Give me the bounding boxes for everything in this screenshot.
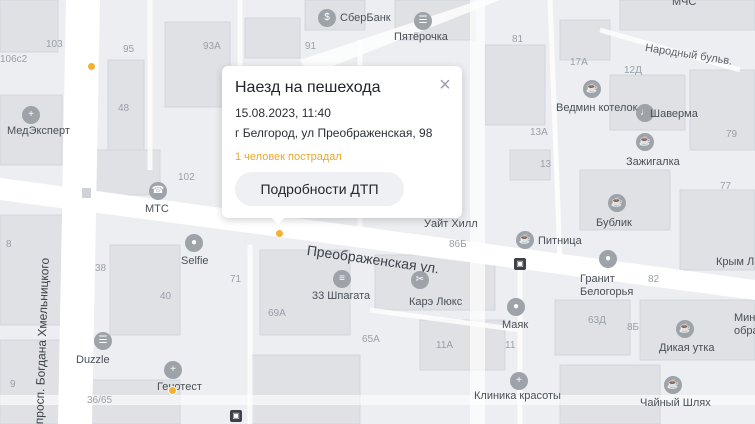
house-number: 65А: [362, 334, 380, 345]
poi-sberbank[interactable]: СберБанк: [340, 13, 391, 24]
house-number: 11А: [436, 340, 454, 351]
poi-granit[interactable]: Гранит Белогорья: [580, 273, 640, 299]
cafe-icon[interactable]: ☕: [583, 80, 601, 98]
accident-marker[interactable]: [87, 62, 96, 71]
shop-icon[interactable]: ●: [507, 298, 525, 316]
cafe-icon[interactable]: ☕: [608, 194, 626, 212]
shop-icon[interactable]: ●: [599, 250, 617, 268]
fitness-icon[interactable]: ≡: [333, 270, 351, 288]
poi-shpagata[interactable]: 33 Шпагата: [312, 291, 370, 302]
house-number: 36/65: [87, 395, 113, 406]
poi-medexpert[interactable]: МедЭксперт: [7, 126, 70, 137]
poi-zazhigalka[interactable]: Зажигалка: [626, 157, 680, 168]
bus-stop-icon[interactable]: ▣: [230, 410, 242, 422]
cafe-icon[interactable]: ☕: [664, 376, 682, 394]
poi-bublik[interactable]: Бублик: [596, 218, 632, 229]
cart-icon[interactable]: ☰: [414, 12, 432, 30]
house-number: 38: [95, 263, 107, 274]
house-number: 86Б: [449, 239, 467, 250]
house-number: 12Д: [624, 65, 642, 76]
house-number: 77: [720, 181, 732, 192]
cafe-icon[interactable]: ☕: [676, 320, 694, 338]
poi-mayak[interactable]: Маяк: [502, 320, 528, 331]
house-number: 9: [10, 379, 16, 390]
house-number: 13А: [530, 127, 548, 138]
house-number: 17А: [570, 57, 588, 68]
close-icon[interactable]: ×: [437, 75, 453, 95]
poi-mini[interactable]: Мини обра: [734, 312, 755, 338]
poi-mchs[interactable]: МЧС: [672, 0, 696, 8]
details-button[interactable]: Подробности ДТП: [235, 172, 404, 206]
poi-krym[interactable]: Крым Л: [716, 257, 754, 268]
phone-icon[interactable]: ☎: [149, 182, 167, 200]
house-number: 13: [540, 159, 552, 170]
bar-icon[interactable]: ●: [185, 234, 203, 252]
house-number: 11: [505, 340, 516, 351]
house-number: 69А: [268, 308, 286, 319]
poi-genotest[interactable]: Генотест: [157, 382, 202, 393]
house-number: 48: [118, 103, 130, 114]
house-number: 106с2: [0, 54, 28, 65]
house-number: 93А: [203, 41, 221, 52]
house-number: 40: [160, 291, 172, 302]
medical-icon[interactable]: +: [164, 361, 182, 379]
poi-uait-hill[interactable]: Уайт Хилл: [424, 219, 478, 230]
cart-icon[interactable]: ☰: [94, 332, 112, 350]
poi-pitnitsa[interactable]: Питница: [538, 236, 582, 247]
accident-marker-selected[interactable]: [275, 229, 284, 238]
house-number: 63Д: [588, 315, 606, 326]
popup-date: 15.08.2023, 11:40: [235, 106, 331, 120]
house-number: 8Б: [627, 322, 640, 333]
house-number: 8: [6, 239, 12, 250]
poi-dikaya[interactable]: Дикая утка: [659, 343, 715, 354]
house-number: 103: [46, 39, 63, 50]
accident-popup: Наезд на пешехода × 15.08.2023, 11:40 г …: [222, 66, 462, 225]
popup-tail: [271, 217, 285, 225]
popup-address: г Белгород, ул Преображенская, 98: [235, 126, 433, 140]
poi-pyaterochka[interactable]: Пятёрочка: [394, 32, 448, 43]
poi-vedmin[interactable]: Ведмин котелок: [556, 103, 637, 114]
house-number: 95: [123, 44, 135, 55]
house-number: 79: [726, 129, 738, 140]
popup-injured: 1 человек пострадал: [235, 151, 342, 163]
poi-duzzle[interactable]: Duzzle: [76, 355, 110, 366]
cafe-icon[interactable]: ☕: [636, 133, 654, 151]
house-number: 102: [178, 172, 195, 183]
house-number: 71: [230, 274, 242, 285]
poi-selfie[interactable]: Selfie: [181, 256, 209, 267]
bank-icon[interactable]: $: [318, 9, 336, 27]
house-number: 91: [305, 41, 317, 52]
poi-chainy[interactable]: Чайный Шлях: [640, 398, 711, 409]
poi-shaurma[interactable]: Шаверма: [650, 109, 698, 120]
popup-title: Наезд на пешехода: [235, 79, 381, 96]
map-canvas[interactable]: 103 106с2 95 93А 91 81 17А 12Д 48 102 79…: [0, 0, 755, 424]
house-number: 81: [512, 34, 524, 45]
medical-icon[interactable]: +: [510, 372, 528, 390]
accident-marker[interactable]: [168, 386, 177, 395]
cafe-icon[interactable]: ☕: [516, 231, 534, 249]
medical-icon[interactable]: +: [22, 106, 40, 124]
poi-mts[interactable]: МТС: [145, 204, 169, 215]
bus-stop-icon[interactable]: ▣: [514, 258, 526, 270]
poi-klinika[interactable]: Клиника красоты: [474, 391, 561, 402]
house-number: 82: [648, 274, 660, 285]
poi-kare[interactable]: Карэ Люкс: [409, 297, 462, 308]
beauty-icon[interactable]: ✂: [411, 271, 429, 289]
